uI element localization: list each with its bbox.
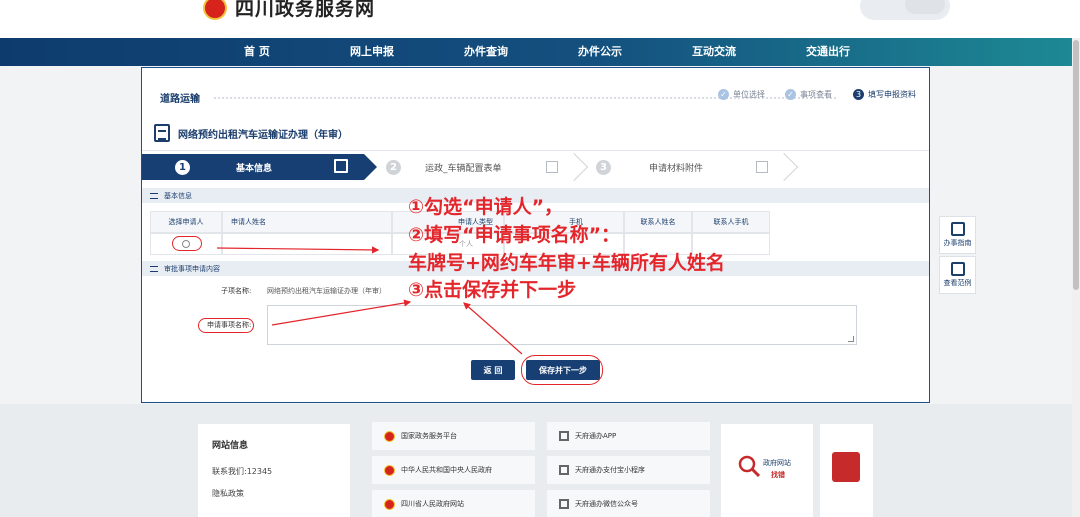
footer-alipay-link[interactable]: 天府通办支付宝小程序 [547,456,710,484]
footer-app-label: 天府通办支付宝小程序 [575,466,645,474]
annotation-line-2: ②填写“申请事项名称”： [408,224,621,246]
find-error-box[interactable]: 政府网站 找错 [721,424,813,517]
footer-link-label: 中华人民共和国中央人民政府 [401,466,492,474]
footer-app-label: 天府通办APP [575,432,617,440]
find-error-icon [738,455,761,478]
scrollbar-thumb[interactable] [1073,40,1079,290]
tag-icon [950,222,965,236]
emblem-icon [384,464,395,476]
arrow-to-save [463,302,523,355]
footer-contact[interactable]: 联系我们:12345 [212,466,272,477]
side-guide-button[interactable]: 办事指南 [939,216,976,254]
footer-link-central-gov[interactable]: 中华人民共和国中央人民政府 [372,456,535,484]
party-badge-box[interactable] [820,424,873,517]
footer-link-label: 国家政务服务平台 [401,432,457,440]
footer-wechat-link[interactable]: 天府通办微信公众号 [547,490,710,517]
footer-info-title: 网站信息 [212,441,249,451]
footer-info-box: 网站信息 联系我们:12345 隐私政策 [198,424,350,517]
footer-app-link[interactable]: 天府通办APP [547,422,710,450]
qr-code-icon [559,465,569,475]
arrow-to-radio [216,246,380,254]
arrow-to-textarea [271,299,412,326]
site-footer: 网站信息 联系我们:12345 隐私政策 国家政务服务平台 中华人民共和国中央人… [0,404,1080,517]
find-error-line-1: 政府网站 [763,459,791,467]
side-sample-button[interactable]: 查看范例 [939,256,976,294]
party-badge-icon [832,452,860,482]
find-error-line-2: 找错 [771,471,785,479]
annotation-line-4: ③点击保存并下一步 [408,279,577,301]
annotation-line-3: 车牌号+网约车年审+车辆所有人姓名 [408,252,725,274]
emblem-icon [384,498,395,510]
side-sample-label: 查看范例 [943,279,972,287]
document-icon [950,262,965,276]
footer-app-label: 天府通办微信公众号 [575,500,638,508]
footer-link-sichuan-gov[interactable]: 四川省人民政府网站 [372,490,535,517]
qr-code-icon [559,499,569,509]
qr-code-icon [559,431,569,441]
footer-link-label: 四川省人民政府网站 [401,500,464,508]
footer-privacy[interactable]: 隐私政策 [212,488,244,499]
emblem-icon [384,430,395,442]
footer-link-national[interactable]: 国家政务服务平台 [372,422,535,450]
annotation-line-1: ①勾选“申请人”， [408,196,564,218]
side-guide-label: 办事指南 [943,239,972,247]
